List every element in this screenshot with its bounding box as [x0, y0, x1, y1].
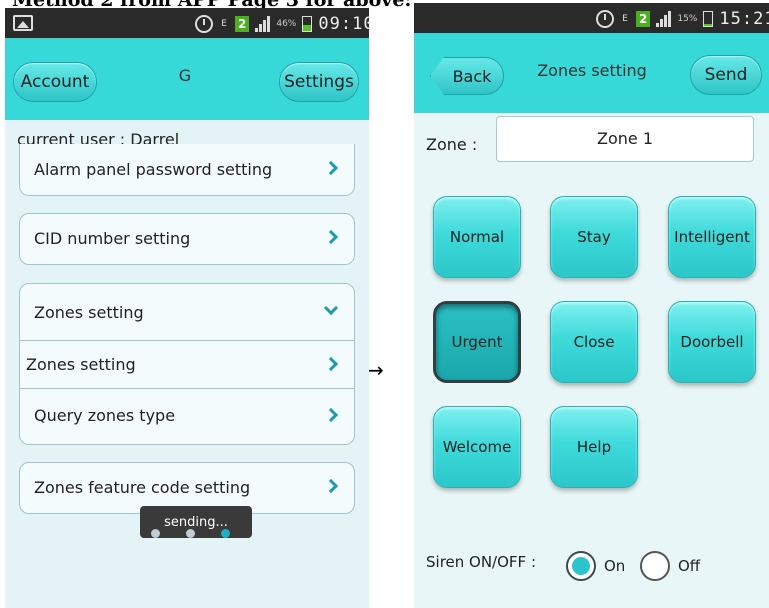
- zones-setting-header[interactable]: Zones setting: [20, 284, 354, 340]
- row-label: Zones setting: [34, 302, 144, 322]
- siren-on-radio[interactable]: [566, 551, 596, 581]
- siren-on-label: On: [604, 557, 626, 575]
- send-button[interactable]: Send: [690, 55, 762, 95]
- chevron-right-icon: [323, 160, 339, 176]
- mode-welcome-button[interactable]: Welcome: [433, 406, 521, 488]
- mode-intelligent-button[interactable]: Intelligent: [668, 196, 756, 278]
- clock: 15:21: [719, 9, 769, 29]
- page-dot-active[interactable]: [221, 529, 230, 538]
- battery-percent: 46%: [276, 19, 297, 29]
- flow-arrow: →: [367, 358, 384, 382]
- alarm-icon: [195, 15, 213, 33]
- mode-stay-button[interactable]: Stay: [550, 196, 638, 278]
- row-label: Zones setting: [26, 355, 136, 374]
- data-icon: E: [221, 19, 227, 29]
- clock: 09:10: [318, 14, 369, 34]
- siren-off-label: Off: [678, 557, 701, 575]
- chevron-right-icon: [323, 229, 339, 245]
- zones-feature-code-setting[interactable]: Zones feature code setting: [20, 463, 354, 511]
- phone-screen-left: E 2 46% 09:10 Account G Settings current…: [5, 8, 369, 608]
- mode-urgent-button[interactable]: Urgent: [433, 301, 521, 383]
- page-title: G: [178, 66, 192, 85]
- card-zones-setting: Zones setting Zones setting Query zones …: [19, 283, 355, 445]
- row-label: Alarm panel password setting: [34, 159, 273, 179]
- zone-field[interactable]: Zone 1: [496, 116, 754, 162]
- alarm-icon: [596, 10, 614, 28]
- app-top-bar: Back Zones setting Send: [414, 33, 769, 113]
- zones-setting-item[interactable]: Zones setting: [20, 340, 354, 388]
- sim-icon: 2: [636, 11, 651, 27]
- status-bar: E 2 15% 15:21: [414, 3, 769, 33]
- page-indicator: [151, 529, 230, 538]
- page-title: Zones setting: [537, 61, 647, 80]
- chevron-right-icon: [323, 478, 339, 494]
- account-button[interactable]: Account: [13, 62, 97, 102]
- back-button[interactable]: Back: [430, 57, 504, 95]
- signal-icon: [656, 11, 672, 27]
- cid-number-setting[interactable]: CID number setting: [20, 214, 354, 262]
- row-label: CID number setting: [34, 228, 191, 248]
- status-bar: E 2 46% 09:10: [5, 8, 369, 38]
- siren-off-radio[interactable]: [640, 551, 670, 581]
- battery-icon: [703, 11, 714, 27]
- zone-label: Zone :: [426, 135, 478, 154]
- settings-button[interactable]: Settings: [279, 62, 359, 102]
- signal-icon: [255, 16, 271, 32]
- chevron-right-icon: [323, 407, 339, 422]
- battery-icon: [302, 16, 313, 32]
- mode-help-button[interactable]: Help: [550, 406, 638, 488]
- siren-label: Siren ON/OFF :: [426, 553, 536, 571]
- phone-screen-right: E 2 15% 15:21 Back Zones setting Send Zo…: [414, 3, 769, 608]
- data-icon: E: [622, 14, 628, 24]
- row-label: Zones feature code setting: [34, 477, 251, 497]
- page-dot[interactable]: [186, 529, 195, 538]
- chevron-right-icon: [323, 356, 339, 371]
- query-zones-type-item[interactable]: Query zones type: [20, 388, 354, 442]
- mode-doorbell-button[interactable]: Doorbell: [668, 301, 756, 383]
- page-dot[interactable]: [151, 529, 160, 538]
- card-cid-number: CID number setting: [19, 213, 355, 265]
- sim-icon: 2: [235, 16, 250, 32]
- card-alarm-password: Alarm panel password setting: [19, 144, 355, 196]
- chevron-down-icon: [323, 300, 339, 316]
- battery-percent: 15%: [677, 14, 698, 24]
- alarm-panel-password-setting[interactable]: Alarm panel password setting: [20, 144, 354, 194]
- mode-close-button[interactable]: Close: [550, 301, 638, 383]
- app-top-bar: Account G Settings: [5, 38, 369, 120]
- row-label: Query zones type: [34, 406, 176, 425]
- mode-normal-button[interactable]: Normal: [433, 196, 521, 278]
- gallery-icon: [13, 15, 33, 31]
